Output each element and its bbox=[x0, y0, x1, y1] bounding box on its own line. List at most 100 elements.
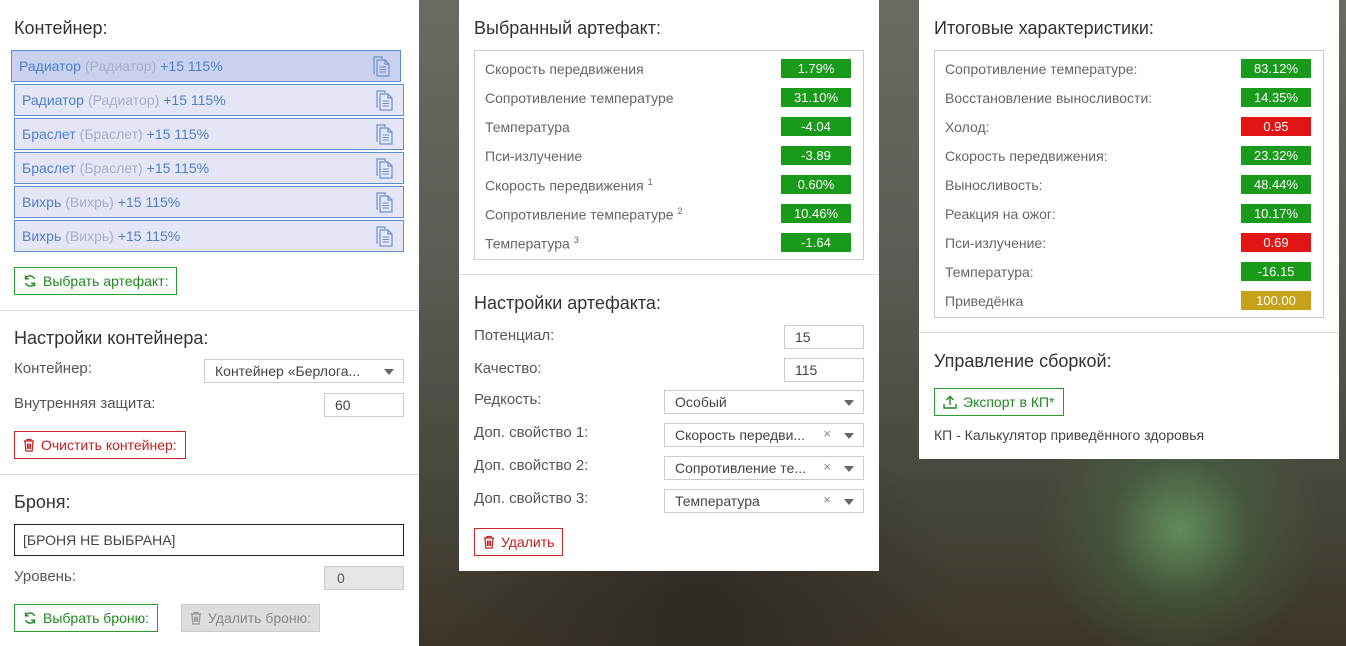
stat-row: Температура 3 -1.64 bbox=[475, 229, 863, 258]
stat-row: Пси-излучение -3.89 bbox=[475, 142, 863, 171]
refresh-icon bbox=[23, 611, 37, 625]
stat-footnote-mark: 3 bbox=[573, 235, 579, 245]
item-name: Радиатор bbox=[19, 58, 81, 74]
right-panel: Итоговые характеристики: Сопротивление т… bbox=[919, 0, 1339, 459]
middle-panel: Выбранный артефакт: Скорость передвижени… bbox=[459, 0, 879, 571]
prop2-select[interactable]: Сопротивление те... × bbox=[664, 456, 864, 480]
prop1-label: Доп. свойство 1: bbox=[474, 424, 589, 441]
armor-title: Броня: bbox=[14, 492, 71, 512]
rarity-value: Особый bbox=[675, 394, 727, 410]
item-level: +15 115% bbox=[163, 92, 226, 108]
chevron-down-icon bbox=[844, 400, 854, 406]
container-settings-title: Настройки контейнера: bbox=[14, 328, 209, 348]
container-item[interactable]: Браслет (Браслет) +15 115% bbox=[14, 152, 404, 184]
copy-icon[interactable] bbox=[375, 158, 395, 180]
stat-value-badge: 0.69 bbox=[1241, 233, 1311, 252]
stat-name: Температура: bbox=[945, 264, 1034, 280]
prop3-select[interactable]: Температура × bbox=[664, 489, 864, 513]
delete-artifact-button[interactable]: Удалить bbox=[474, 528, 564, 556]
stat-name: Сопротивление температуре 2 bbox=[485, 206, 682, 223]
stat-name-text: Приведёнка bbox=[945, 293, 1024, 309]
container-label: Контейнер: bbox=[14, 360, 92, 377]
prop3-value: Температура bbox=[675, 493, 760, 509]
artifact-stats-box: Скорость передвижения 1.79% Сопротивление … bbox=[474, 50, 864, 260]
stat-value-badge: 48.44% bbox=[1241, 175, 1311, 194]
potential-input[interactable]: 15 bbox=[784, 325, 864, 349]
stat-row: Скорость передвижения 1.79% bbox=[475, 55, 863, 84]
close-icon[interactable]: × bbox=[823, 492, 831, 507]
copy-icon[interactable] bbox=[375, 226, 395, 248]
chevron-down-icon bbox=[844, 499, 854, 505]
refresh-icon bbox=[23, 274, 37, 288]
stat-value-badge: -3.89 bbox=[781, 146, 851, 165]
item-level: +15 115% bbox=[117, 228, 181, 244]
container-item[interactable]: Браслет (Браслет) +15 115% bbox=[14, 118, 404, 150]
level-input: 0 bbox=[324, 566, 404, 590]
choose-armor-label: Выбрать броню: bbox=[43, 610, 149, 626]
stat-name-text: Сопротивление температуре bbox=[485, 206, 674, 223]
stat-row: Приведёнка 100.00 bbox=[935, 287, 1323, 316]
stat-row: Выносливость: 48.44% bbox=[935, 171, 1323, 200]
stat-name-text: Реакция на ожог: bbox=[945, 206, 1056, 222]
choose-artifact-button[interactable]: Выбрать артефакт: bbox=[14, 267, 178, 295]
stat-name: Сопротивление температуре bbox=[485, 90, 674, 106]
potential-label: Потенциал: bbox=[474, 327, 555, 344]
stat-name: Скорость передвижения bbox=[485, 61, 644, 77]
divider bbox=[919, 332, 1339, 333]
export-label: Экспорт в КП* bbox=[963, 394, 1055, 410]
stat-name: Сопротивление температуре: bbox=[945, 61, 1137, 77]
clear-container-button[interactable]: Очистить контейнер: bbox=[14, 431, 186, 459]
stat-value-badge: 10.46% bbox=[781, 204, 851, 223]
copy-icon[interactable] bbox=[375, 90, 395, 112]
totals-title: Итоговые характеристики: bbox=[934, 18, 1154, 38]
stat-name-text: Пси-излучение bbox=[485, 148, 583, 164]
left-panel: Контейнер: Радиатор (Радиатор) +15 115% Рад… bbox=[0, 0, 419, 646]
quality-input[interactable]: 115 bbox=[784, 358, 864, 382]
copy-icon[interactable] bbox=[372, 56, 392, 78]
stat-value-badge: 1.79% bbox=[781, 59, 851, 78]
close-icon[interactable]: × bbox=[823, 426, 831, 441]
stat-value-badge: 23.32% bbox=[1241, 146, 1311, 165]
container-item[interactable]: Радиатор (Радиатор) +15 115% bbox=[11, 50, 401, 82]
chevron-down-icon bbox=[844, 466, 854, 472]
clear-container-label: Очистить контейнер: bbox=[41, 437, 177, 453]
rarity-select[interactable]: Особый bbox=[664, 390, 864, 414]
stat-value-badge: 10.17% bbox=[1241, 204, 1311, 223]
stat-name-text: Сопротивление температуре: bbox=[945, 61, 1138, 77]
stat-name-text: Сопротивление температуре bbox=[485, 90, 674, 106]
chevron-down-icon bbox=[844, 433, 854, 439]
delete-armor-button: Удалить броню: bbox=[181, 604, 321, 632]
stat-value-badge: -1.64 bbox=[781, 233, 851, 252]
stat-value-badge: -16.15 bbox=[1241, 262, 1311, 281]
prop1-value: Скорость передви... bbox=[675, 427, 806, 443]
trash-icon bbox=[190, 611, 202, 625]
close-icon[interactable]: × bbox=[823, 459, 831, 474]
stat-name-text: Выносливость: bbox=[945, 177, 1043, 193]
stat-row: Сопротивление температуре 31.10% bbox=[475, 84, 863, 113]
stat-name: Холод: bbox=[945, 119, 990, 135]
prop1-select[interactable]: Скорость передви... × bbox=[664, 423, 864, 447]
totals-stats-box: Сопротивление температуре: 83.12% Восстано… bbox=[934, 50, 1324, 318]
export-button[interactable]: Экспорт в КП* bbox=[934, 388, 1064, 416]
armor-field[interactable]: [БРОНЯ НЕ ВЫБРАНА] bbox=[14, 524, 404, 556]
prop2-value: Сопротивление те... bbox=[675, 460, 806, 476]
stat-value-badge: 31.10% bbox=[781, 88, 851, 107]
container-item[interactable]: Вихрь (Вихрь) +15 115% bbox=[14, 186, 404, 218]
stat-name: Восстановление выносливости: bbox=[945, 90, 1152, 106]
stat-row: Сопротивление температуре: 83.12% bbox=[935, 55, 1323, 84]
container-item[interactable]: Радиатор (Радиатор) +15 115% bbox=[14, 84, 404, 116]
item-name: Радиатор bbox=[22, 92, 84, 108]
stat-name-text: Холод: bbox=[945, 119, 990, 135]
item-name: Браслет bbox=[22, 160, 76, 176]
choose-armor-button[interactable]: Выбрать броню: bbox=[14, 604, 158, 632]
item-name: Вихрь bbox=[22, 194, 62, 210]
container-item[interactable]: Вихрь (Вихрь) +15 115% bbox=[14, 220, 404, 252]
stat-name-text: Скорость передвижения bbox=[485, 177, 644, 194]
stat-name: Температура 3 bbox=[485, 235, 579, 252]
copy-icon[interactable] bbox=[375, 124, 395, 146]
container-select[interactable]: Контейнер «Берлога... bbox=[204, 359, 404, 383]
stat-row: Восстановление выносливости: 14.35% bbox=[935, 84, 1323, 113]
stat-row: Скорость передвижения 1 0.60% bbox=[475, 171, 863, 200]
inner-protection-input[interactable]: 60 bbox=[324, 393, 404, 417]
copy-icon[interactable] bbox=[375, 192, 395, 214]
